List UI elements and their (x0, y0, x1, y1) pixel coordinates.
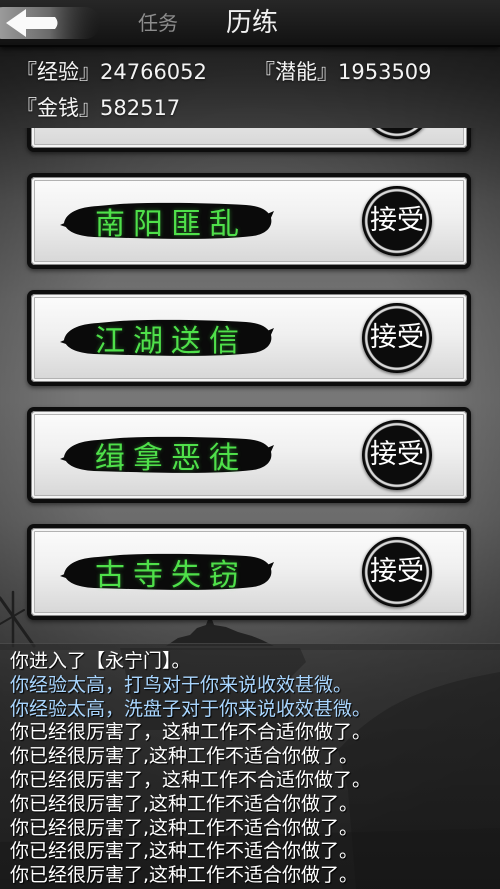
log-line: 你已经很厉害了，这种工作不合适你做了。 (10, 721, 372, 744)
quest-title: 缉拿恶徒 (95, 441, 247, 476)
quest-title-banner: 古寺失窃 (60, 549, 274, 595)
quest-card-partial (27, 128, 471, 152)
log-line: 你已经很厉害了,这种工作不适合你做了。 (10, 816, 359, 839)
quest-list[interactable]: 南阳匪乱 接受 江湖送信 接受 缉拿恶徒 接受 古寺失窃 接受 (0, 128, 500, 643)
quest-title: 南阳匪乱 (95, 207, 247, 242)
log-line: 你已经很厉害了,这种工作不适合你做了。 (10, 864, 359, 887)
tab-task[interactable]: 任务 (138, 10, 178, 36)
tab-training[interactable]: 历练 (226, 6, 278, 40)
quest-card-panel (31, 128, 467, 148)
quest-title: 江湖送信 (95, 324, 247, 359)
quest-title: 古寺失窃 (95, 558, 247, 593)
back-button[interactable] (0, 0, 104, 46)
top-bar: 任务 历练 (0, 0, 500, 47)
accept-button[interactable]: 接受 (362, 537, 432, 607)
log-line: 你已经很厉害了,这种工作不适合你做了。 (10, 745, 359, 768)
log-line: 你经验太高，打鸟对于你来说收效甚微。 (10, 673, 353, 696)
stat-money: 『金钱』582517 (16, 95, 180, 121)
log-line: 你已经很厉害了，这种工作不合适你做了。 (10, 768, 372, 791)
stat-experience-value: 24766052 (100, 60, 207, 84)
back-arrow-icon (0, 7, 100, 39)
accept-button[interactable]: 接受 (362, 186, 432, 256)
quest-card: 江湖送信 接受 (27, 290, 471, 386)
stat-potential-label: 『潜能』 (254, 60, 338, 84)
quest-card: 缉拿恶徒 接受 (27, 407, 471, 503)
accept-button[interactable]: 接受 (362, 420, 432, 490)
log-line: 你经验太高，洗盘子对于你来说收效甚微。 (10, 697, 372, 720)
quest-title-banner: 南阳匪乱 (60, 198, 274, 244)
stat-potential-value: 1953509 (338, 60, 432, 84)
quest-title-banner: 缉拿恶徒 (60, 432, 274, 478)
accept-button-label: 接受 (370, 556, 424, 587)
accept-button[interactable] (362, 128, 432, 139)
stat-money-value: 582517 (100, 96, 181, 120)
quest-card-panel: 江湖送信 接受 (31, 294, 467, 382)
quest-card: 古寺失窃 接受 (27, 524, 471, 620)
quest-card-panel: 南阳匪乱 接受 (31, 177, 467, 265)
quest-card: 南阳匪乱 接受 (27, 173, 471, 269)
stat-money-label: 『金钱』 (16, 96, 100, 120)
log-line: 你已经很厉害了,这种工作不适合你做了。 (10, 792, 359, 815)
stat-experience: 『经验』24766052 (16, 59, 207, 85)
message-log[interactable]: 你进入了【永宁门】。 你经验太高，打鸟对于你来说收效甚微。 你经验太高，洗盘子对… (0, 643, 500, 889)
stat-experience-label: 『经验』 (16, 60, 100, 84)
quest-card-panel: 缉拿恶徒 接受 (31, 411, 467, 499)
accept-button-label: 接受 (370, 322, 424, 353)
log-line: 你进入了【永宁门】。 (10, 650, 191, 672)
log-line: 你已经很厉害了,这种工作不适合你做了。 (10, 840, 359, 863)
quest-card-panel: 古寺失窃 接受 (31, 528, 467, 616)
accept-button-label: 接受 (370, 205, 424, 236)
quest-title-banner: 江湖送信 (60, 315, 274, 361)
accept-button[interactable]: 接受 (362, 303, 432, 373)
stat-potential: 『潜能』1953509 (254, 59, 432, 85)
accept-button-label: 接受 (370, 439, 424, 470)
